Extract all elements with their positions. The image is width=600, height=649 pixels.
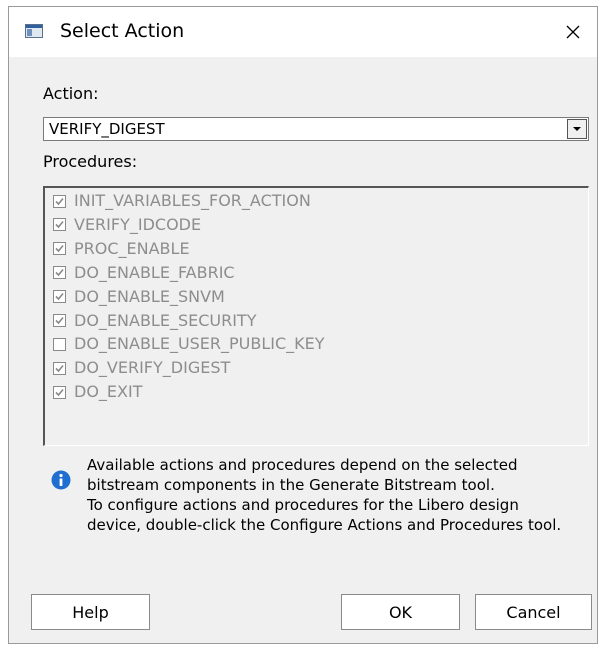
procedure-checkbox[interactable] <box>53 337 66 351</box>
procedure-label: DO_ENABLE_SECURITY <box>74 310 257 330</box>
procedure-checkbox[interactable] <box>53 361 66 375</box>
action-select[interactable]: VERIFY_DIGEST <box>43 117 589 141</box>
checkmark-icon <box>55 245 64 253</box>
select-action-dialog: Select Action Action: VERIFY_DIGEST Proc… <box>8 6 598 644</box>
window-icon <box>25 24 43 38</box>
action-dropdown-button[interactable] <box>567 119 587 139</box>
procedure-item[interactable]: DO_EXIT <box>53 381 142 403</box>
close-icon <box>566 25 580 39</box>
procedure-item[interactable]: DO_VERIFY_DIGEST <box>53 357 230 379</box>
checkmark-icon <box>55 364 64 372</box>
checkmark-icon <box>55 221 64 229</box>
procedure-label: DO_EXIT <box>74 382 143 402</box>
procedure-label: DO_VERIFY_DIGEST <box>74 358 231 378</box>
procedure-item[interactable]: DO_ENABLE_SECURITY <box>53 310 256 332</box>
info-line: bitstream components in the Generate Bit… <box>87 476 495 494</box>
procedure-label: DO_ENABLE_FABRIC <box>74 262 235 282</box>
procedures-list[interactable]: INIT_VARIABLES_FOR_ACTION VERIFY_IDCODE PR… <box>43 186 589 446</box>
procedures-label: Procedures: <box>43 152 138 171</box>
procedure-item[interactable]: INIT_VARIABLES_FOR_ACTION <box>53 190 311 212</box>
checkmark-icon <box>55 388 64 396</box>
procedure-item[interactable]: DO_ENABLE_USER_PUBLIC_KEY <box>53 333 325 355</box>
procedure-item[interactable]: PROC_ENABLE <box>53 238 190 260</box>
procedure-checkbox[interactable] <box>53 266 66 280</box>
info-line: To configure actions and procedures for … <box>87 496 519 514</box>
window-title: Select Action <box>60 20 185 42</box>
title-bar: Select Action <box>9 7 597 57</box>
procedure-label: DO_ENABLE_SNVM <box>74 286 225 306</box>
procedure-checkbox[interactable] <box>53 290 66 304</box>
action-label: Action: <box>43 84 99 103</box>
info-icon <box>51 470 71 490</box>
checkmark-icon <box>55 269 64 277</box>
info-line: Available actions and procedures depend … <box>87 456 518 474</box>
procedure-label: PROC_ENABLE <box>74 238 190 258</box>
checkmark-icon <box>55 316 64 325</box>
checkmark-icon <box>55 197 64 205</box>
chevron-down-icon <box>573 127 581 131</box>
info-text: Available actions and procedures depend … <box>87 455 587 535</box>
help-button[interactable]: Help <box>31 594 150 630</box>
procedure-checkbox[interactable] <box>53 314 66 327</box>
checkmark-icon <box>55 293 64 301</box>
procedure-label: VERIFY_IDCODE <box>74 214 202 234</box>
procedure-item[interactable]: VERIFY_IDCODE <box>53 214 201 236</box>
procedure-checkbox[interactable] <box>53 385 66 399</box>
procedure-item[interactable]: DO_ENABLE_SNVM <box>53 286 225 308</box>
procedure-checkbox[interactable] <box>53 242 66 256</box>
procedure-label: DO_ENABLE_USER_PUBLIC_KEY <box>74 334 325 354</box>
close-button[interactable] <box>549 7 597 57</box>
procedure-checkbox[interactable] <box>53 194 66 208</box>
procedure-label: INIT_VARIABLES_FOR_ACTION <box>74 191 311 210</box>
ok-button[interactable]: OK <box>341 594 460 630</box>
info-line: device, double-click the Configure Actio… <box>87 516 562 534</box>
procedure-checkbox[interactable] <box>53 218 66 232</box>
cancel-button[interactable]: Cancel <box>475 594 592 630</box>
action-select-value: VERIFY_DIGEST <box>49 120 165 138</box>
procedure-item[interactable]: DO_ENABLE_FABRIC <box>53 262 235 284</box>
